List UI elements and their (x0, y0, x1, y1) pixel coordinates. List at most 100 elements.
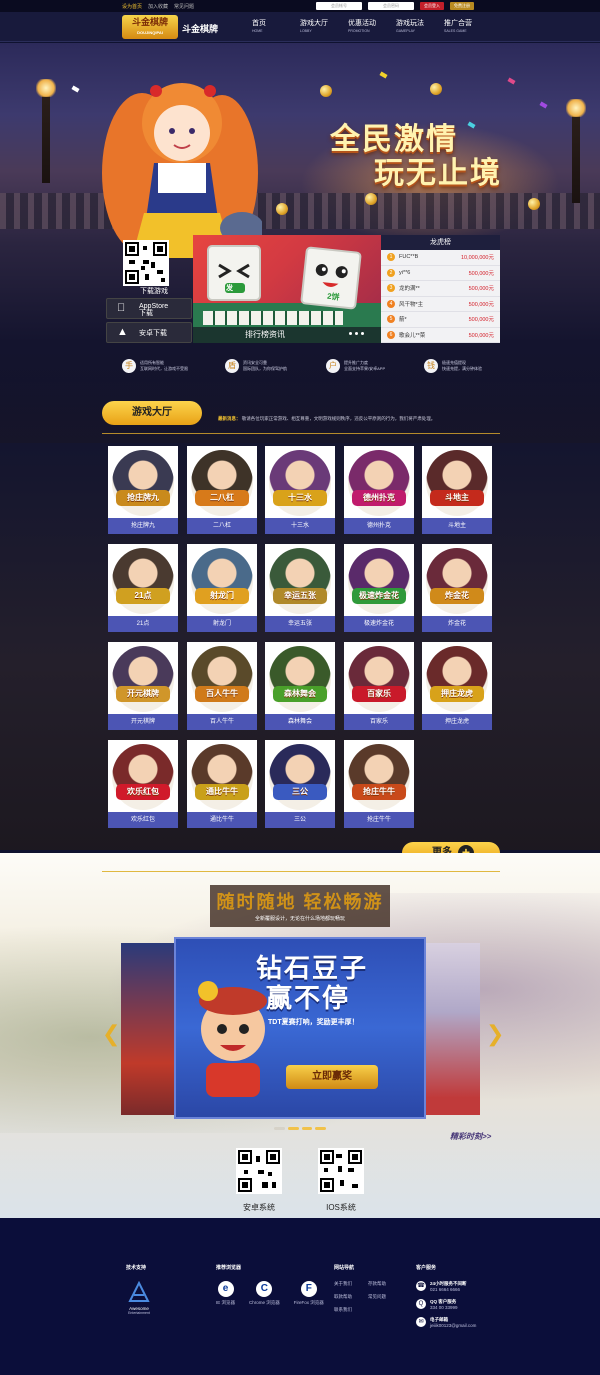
nav-item-lobby[interactable]: 游戏大厅 LOBBY (300, 18, 348, 33)
carousel-right-arrow-icon[interactable]: ❯ (486, 1021, 504, 1047)
appstore-download-button[interactable]:  AppStore下载 (106, 298, 192, 319)
ranking-title: 龙虎榜 (381, 235, 500, 250)
game-card[interactable]: 欢乐红包 欢乐红包 (108, 740, 178, 828)
ranking-news-banner[interactable]: 发 2饼 排行榜资讯 (193, 235, 381, 343)
game-name: 幸运五张 (265, 616, 335, 632)
game-card[interactable]: 十三水 十三水 (265, 446, 335, 534)
logo-text: 斗金棋牌 (131, 17, 168, 27)
password-field[interactable]: 会员密码 (368, 2, 414, 10)
coin-decoration (276, 203, 288, 215)
game-artwork: 抢庄牌九 (112, 450, 174, 516)
shield-icon: 盾 (225, 359, 239, 373)
game-card[interactable]: 百家乐 百家乐 (344, 642, 414, 730)
register-button[interactable]: 免费注册 (450, 2, 474, 10)
ranking-board: 龙虎榜 1 FUC**B 10,000,000元 2 yi**6 500,000元 3龙… (381, 235, 500, 343)
ranking-row: 6 歌会儿**菜 500,000元 (381, 328, 500, 343)
street-lamp-right (566, 99, 586, 203)
game-artwork: 德州扑克 (348, 450, 410, 516)
main-nav: 斗金棋牌 DOUJINQIPAI 斗金棋牌 首页 HOME 游戏大厅 LOBBY 优… (0, 12, 600, 42)
carousel-next-slide[interactable] (420, 943, 480, 1115)
footer-link-contact[interactable]: 联系我们 (334, 1307, 368, 1313)
game-artwork: 斗地主 (426, 450, 488, 516)
game-logo-badge: 欢乐红包 (116, 784, 170, 800)
account-field[interactable]: 会员帐号 (316, 2, 362, 10)
nav-item-promotion[interactable]: 优惠活动 PROMOTION (348, 18, 396, 33)
game-card[interactable]: 射龙门 射龙门 (187, 544, 257, 632)
browser-item-firefox[interactable]: F FireFox 浏览器 (294, 1281, 324, 1306)
carousel-prev-slide[interactable] (121, 943, 181, 1115)
browser-item-ie[interactable]: e IE 浏览器 (216, 1281, 235, 1306)
game-card[interactable]: 德州扑克 德州扑克 (344, 446, 414, 534)
game-name: 炸金花 (422, 616, 492, 632)
footer-link-about[interactable]: 关于我们 (334, 1281, 368, 1287)
hero-slogan: 全民激情 玩无止境 (330, 123, 502, 191)
game-card[interactable]: 森林舞会 森林舞会 (265, 642, 335, 730)
game-card[interactable]: 幸运五张 幸运五张 (265, 544, 335, 632)
game-logo-badge: 炸金花 (430, 588, 484, 604)
feature-item: 手适用所有智能 互联网时代，让游戏不受限 (122, 356, 222, 380)
game-artwork: 三公 (269, 744, 331, 810)
nav-item-sub: GAMEPLAY (396, 29, 415, 33)
set-homepage-link[interactable]: 设为首页 (122, 3, 142, 10)
game-logo-badge: 斗地主 (430, 490, 484, 506)
game-card[interactable]: 抢庄牌九 抢庄牌九 (108, 446, 178, 534)
game-card[interactable]: 抢庄牛牛 抢庄牛牛 (344, 740, 414, 828)
game-card[interactable]: 极速炸金花 极速炸金花 (344, 544, 414, 632)
user-icon: 户 (326, 359, 340, 373)
game-artwork: 开元棋牌 (112, 646, 174, 712)
game-card[interactable]: 通比牛牛 通比牛牛 (187, 740, 257, 828)
add-favorite-link[interactable]: 加入收藏 (148, 3, 168, 10)
game-card[interactable]: 三公 三公 (265, 740, 335, 828)
rank-number: 3 (387, 284, 395, 293)
tech-brand-sub: Entertainment (128, 1311, 150, 1315)
game-name: 押庄龙虎 (422, 714, 492, 730)
carousel-dot[interactable] (287, 1127, 299, 1130)
carousel-dot[interactable] (315, 1127, 326, 1130)
faq-link[interactable]: 常见问题 (174, 3, 194, 10)
game-card[interactable]: 百人牛牛 百人牛牛 (187, 642, 257, 730)
carousel-dot[interactable] (301, 1127, 313, 1130)
slogan-line-1: 全民激情 (330, 123, 458, 156)
highlights-link[interactable]: 精彩时刻>> (450, 1131, 491, 1142)
carousel-dot[interactable] (274, 1127, 285, 1130)
rank-amount: 500,000元 (468, 270, 494, 277)
ranking-row: 5 箭* 500,000元 (381, 312, 500, 328)
game-card[interactable]: 二八杠 二八杠 (187, 446, 257, 534)
game-logo-badge: 百家乐 (352, 686, 406, 702)
page: 设为首页 加入收藏 常见问题 会员帐号 会员密码 会员登入 免费注册 斗金棋牌 … (0, 0, 600, 1375)
game-card[interactable]: 斗地主 斗地主 (422, 446, 492, 534)
game-logo-badge: 德州扑克 (352, 490, 406, 506)
footer-link-withdraw[interactable]: 取款帮助 (334, 1294, 368, 1300)
game-card[interactable]: 炸金花 炸金花 (422, 544, 492, 632)
feature-text: 极速充值提现 快速充提，满分钟体验 (442, 360, 482, 372)
feature-desc: 全面支持苹果/安卓APP (344, 366, 386, 371)
banner-more-icon[interactable] (349, 332, 369, 338)
game-artwork: 欢乐红包 (112, 744, 174, 810)
ranking-row: 4 风干物*主 500,000元 (381, 297, 500, 312)
feature-title: 适用所有智能 (140, 360, 164, 365)
game-name: 21点 (108, 616, 178, 632)
login-button[interactable]: 会员登入 (420, 2, 444, 10)
browser-item-chrome[interactable]: C Chrome 浏览器 (249, 1281, 280, 1306)
game-card[interactable]: 开元棋牌 开元棋牌 (108, 642, 178, 730)
nav-item-home[interactable]: 首页 HOME (252, 18, 300, 33)
android-label: 安卓下载 (139, 330, 167, 337)
site-logo[interactable]: 斗金棋牌 DOUJINQIPAI (122, 15, 178, 39)
nav-item-gameplay[interactable]: 游戏玩法 GAMEPLAY (396, 18, 444, 33)
download-qr-code (123, 240, 169, 286)
footer-link-deposit[interactable]: 存款帮助 (368, 1281, 402, 1287)
appstore-label: AppStore 下载 (139, 303, 168, 317)
carousel-left-arrow-icon[interactable]: ❮ (102, 1021, 120, 1047)
browser-name: IE 浏览器 (216, 1300, 236, 1305)
game-hall-tab[interactable]: 游戏大厅 (102, 401, 202, 425)
footer-heading: 推荐浏览器 (216, 1265, 242, 1271)
apple-icon:  (117, 303, 125, 314)
carousel-main-slide[interactable]: 钻石豆子 赢不停 TDT夏赛打响，奖励更丰厚！ 立即赢奖 (174, 937, 426, 1119)
win-now-button[interactable]: 立即赢奖 (286, 1065, 378, 1089)
game-card[interactable]: 押庄龙虎 押庄龙虎 (422, 642, 492, 730)
game-card[interactable]: 21点 21点 (108, 544, 178, 632)
footer-link-faq[interactable]: 常见问题 (368, 1294, 402, 1300)
nav-item-sales[interactable]: 推广合营 SALES GAME (444, 18, 492, 33)
login-form: 会员帐号 会员密码 会员登入 免费注册 (316, 2, 474, 10)
android-download-button[interactable]: ▲ 安卓下载 (106, 322, 192, 343)
